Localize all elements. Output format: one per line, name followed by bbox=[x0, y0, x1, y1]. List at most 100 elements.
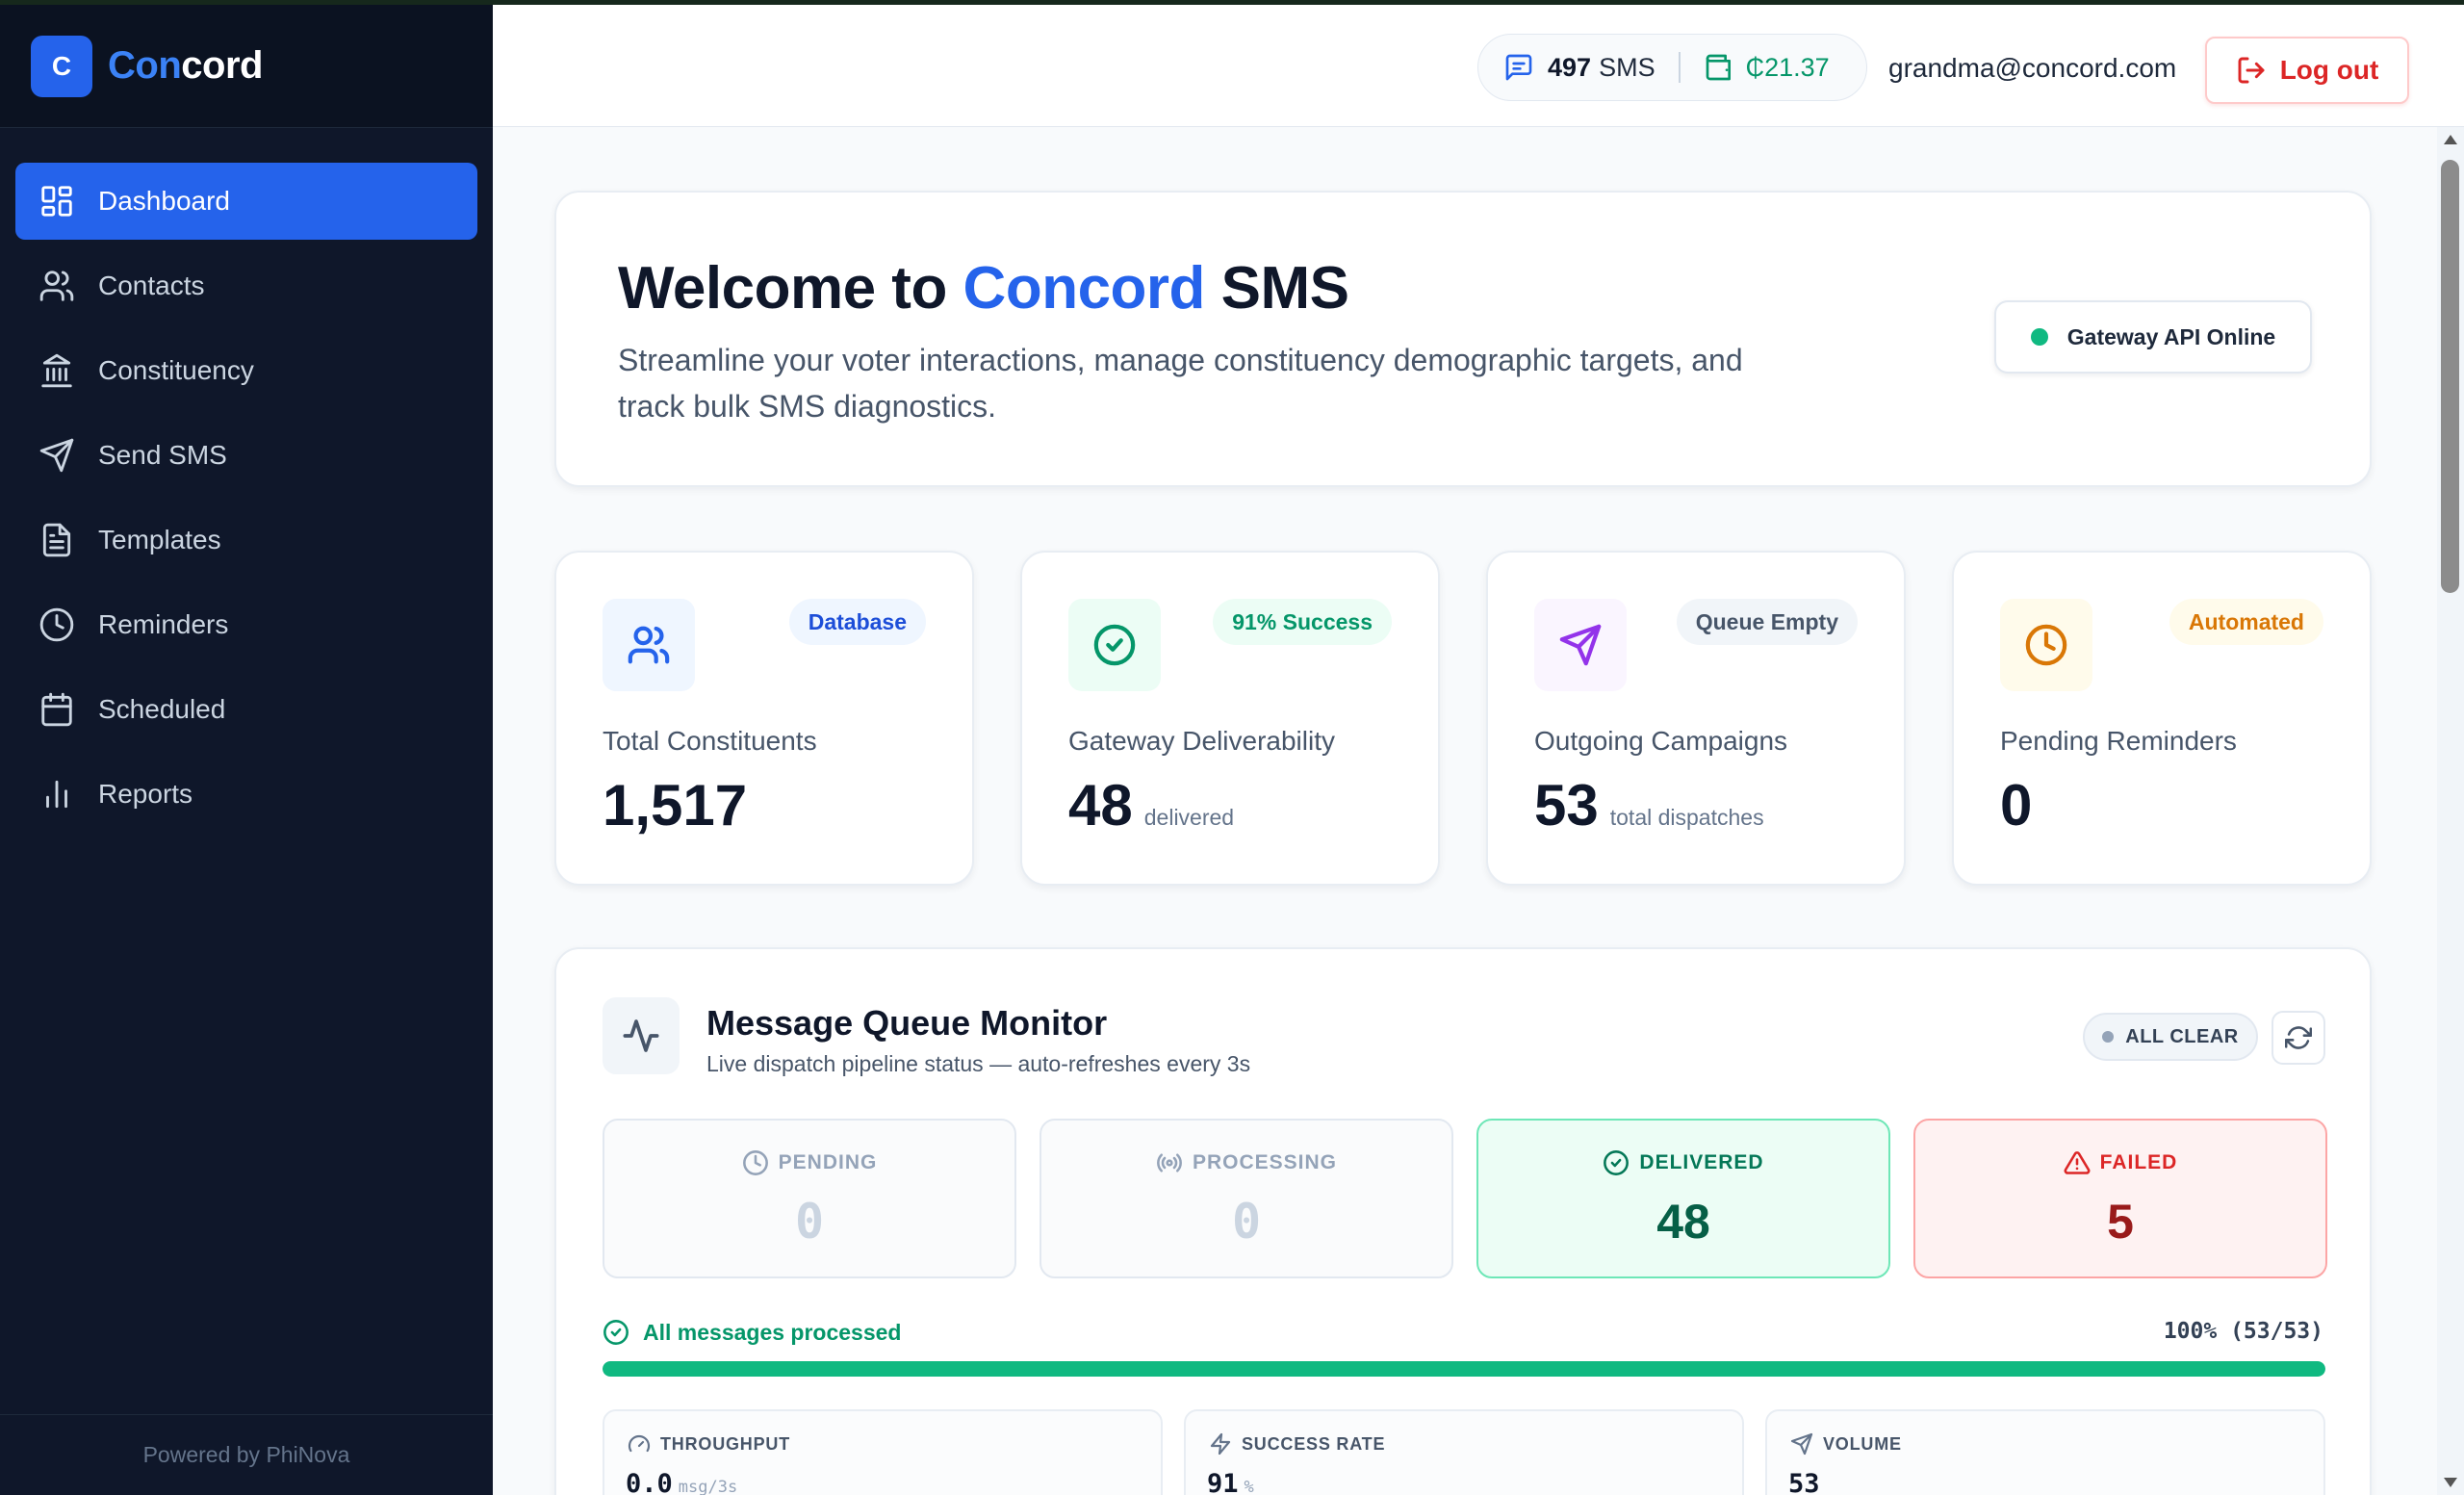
queue-status-badge: ALL CLEAR bbox=[2083, 1013, 2258, 1061]
sidebar-item-label: Reminders bbox=[98, 609, 229, 639]
message-square-icon bbox=[1505, 54, 1532, 81]
check-circle-icon bbox=[603, 1320, 629, 1345]
users-icon bbox=[39, 271, 74, 301]
send-icon bbox=[1790, 1432, 1813, 1456]
stat-label: Total Constituents bbox=[603, 726, 817, 756]
queue-subtitle: Live dispatch pipeline status — auto-ref… bbox=[706, 1051, 1251, 1076]
metric-header: VOLUME bbox=[1790, 1432, 1902, 1456]
sidebar-item-contacts[interactable]: Contacts bbox=[15, 247, 477, 324]
sidebar-item-reminders[interactable]: Reminders bbox=[15, 586, 477, 663]
metric-success-rate: SUCCESS RATE 91% bbox=[1184, 1409, 1744, 1495]
check-circle-icon bbox=[1093, 624, 1136, 666]
sidebar-item-scheduled[interactable]: Scheduled bbox=[15, 671, 477, 748]
stat-icon-box bbox=[2000, 599, 2092, 691]
stat-label: Outgoing Campaigns bbox=[1534, 726, 1788, 756]
status-dot bbox=[2030, 328, 2048, 346]
stat-card-deliverability[interactable]: 91% Success Gateway Deliverability 48 del… bbox=[1020, 551, 1440, 886]
queue-box-header: PROCESSING bbox=[1041, 1149, 1451, 1176]
sidebar-item-dashboard[interactable]: Dashboard bbox=[15, 163, 477, 240]
activity-icon bbox=[623, 1019, 659, 1052]
progress-bar bbox=[603, 1361, 2325, 1377]
welcome-subtitle: Streamline your voter interactions, mana… bbox=[618, 343, 1743, 424]
sidebar-item-reports[interactable]: Reports bbox=[15, 756, 477, 833]
wallet-icon bbox=[1706, 54, 1731, 81]
queue-monitor-card: Message Queue Monitor Live dispatch pipe… bbox=[554, 947, 2372, 1495]
metric-throughput: THROUGHPUT 0.0 msg/3s bbox=[603, 1409, 1163, 1495]
metric-header: THROUGHPUT bbox=[628, 1432, 790, 1456]
alert-triangle-icon bbox=[2064, 1151, 2091, 1174]
sidebar-item-send-sms[interactable]: Send SMS bbox=[15, 417, 477, 494]
activity-icon-box bbox=[603, 997, 680, 1074]
sidebar-item-label: Contacts bbox=[98, 271, 205, 300]
topbar: 497 SMS ₵21.37 grandma@concord.com Log o… bbox=[493, 0, 2464, 127]
stat-badge: Automated bbox=[2169, 599, 2323, 645]
stat-label: Gateway Deliverability bbox=[1068, 726, 1335, 756]
clock-icon bbox=[2025, 624, 2067, 666]
sidebar-item-label: Reports bbox=[98, 779, 193, 809]
page-title: Welcome to Concord SMS bbox=[618, 255, 1349, 322]
stat-value: 48 delivered bbox=[1068, 773, 1235, 838]
queue-box-delivered: DELIVERED 48 bbox=[1476, 1119, 1890, 1278]
welcome-card: Welcome to Concord SMS Streamline your v… bbox=[554, 191, 2372, 487]
user-email: grandma@concord.com bbox=[1888, 53, 2177, 83]
queue-box-header: DELIVERED bbox=[1478, 1149, 1888, 1176]
main-content: Welcome to Concord SMS Streamline your v… bbox=[493, 127, 2437, 1495]
brand-name: Concord bbox=[108, 44, 263, 87]
refresh-button[interactable] bbox=[2272, 1011, 2325, 1065]
log-out-icon bbox=[2238, 57, 2265, 84]
queue-box-pending: PENDING 0 bbox=[603, 1119, 1016, 1278]
stat-value: 1,517 bbox=[603, 773, 748, 838]
calendar-icon bbox=[41, 692, 72, 727]
wallet-balance: ₵21.37 bbox=[1745, 52, 1830, 82]
status-dot bbox=[2102, 1031, 2115, 1043]
sidebar-nav: Dashboard Contacts Constituency Send SMS… bbox=[0, 128, 493, 833]
stat-value: 0 bbox=[2000, 773, 2033, 838]
sidebar-item-label: Constituency bbox=[98, 355, 254, 385]
stat-card-constituents[interactable]: Database Total Constituents 1,517 bbox=[554, 551, 974, 886]
metric-volume: VOLUME 53 bbox=[1765, 1409, 2325, 1495]
users-icon bbox=[628, 626, 670, 664]
clock-icon bbox=[742, 1150, 768, 1175]
metric-value: 53 bbox=[1788, 1469, 1820, 1495]
sidebar-item-templates[interactable]: Templates bbox=[15, 502, 477, 579]
main-scrollbar[interactable] bbox=[2437, 127, 2464, 1495]
gateway-status-badge: Gateway API Online bbox=[1994, 300, 2312, 374]
stat-card-campaigns[interactable]: Queue Empty Outgoing Campaigns 53 total d… bbox=[1486, 551, 1906, 886]
queue-box-failed: FAILED 5 bbox=[1913, 1119, 2327, 1278]
stat-badge: 91% Success bbox=[1213, 599, 1392, 645]
stat-card-reminders[interactable]: Automated Pending Reminders 0 bbox=[1952, 551, 2372, 886]
divider bbox=[1678, 52, 1681, 83]
metric-header: SUCCESS RATE bbox=[1209, 1432, 1385, 1456]
scroll-thumb[interactable] bbox=[2441, 160, 2459, 593]
bar-chart-icon bbox=[46, 780, 67, 809]
sidebar-item-label: Dashboard bbox=[98, 186, 230, 216]
refresh-icon bbox=[2285, 1026, 2312, 1049]
sidebar-item-constituency[interactable]: Constituency bbox=[15, 332, 477, 409]
progress-fill bbox=[603, 1361, 2325, 1377]
sidebar-item-label: Send SMS bbox=[98, 440, 227, 470]
brand-logo: C bbox=[31, 35, 92, 97]
queue-box-value: 5 bbox=[2107, 1195, 2134, 1249]
stat-value: 53 total dispatches bbox=[1534, 773, 1764, 838]
gauge-icon bbox=[628, 1434, 651, 1453]
credits-pill[interactable]: 497 SMS ₵21.37 bbox=[1477, 34, 1867, 101]
brand[interactable]: C Concord bbox=[0, 5, 493, 128]
stat-badge: Database bbox=[788, 599, 926, 645]
scroll-up-arrow[interactable] bbox=[2444, 135, 2457, 144]
stat-badge: Queue Empty bbox=[1676, 599, 1858, 645]
queue-box-value: 0 bbox=[794, 1194, 825, 1250]
logout-label: Log out bbox=[2279, 55, 2379, 85]
scroll-down-arrow[interactable] bbox=[2444, 1478, 2457, 1487]
clock-icon bbox=[39, 607, 74, 642]
grid-icon bbox=[41, 186, 72, 217]
zap-icon bbox=[1210, 1432, 1231, 1456]
sidebar-footer: Powered by PhiNova bbox=[0, 1414, 493, 1495]
queue-title: Message Queue Monitor bbox=[706, 1003, 1108, 1043]
check-circle-icon bbox=[1604, 1150, 1630, 1175]
send-icon bbox=[39, 438, 74, 473]
sms-label: SMS bbox=[1599, 52, 1656, 82]
sidebar-item-label: Scheduled bbox=[98, 694, 226, 724]
metric-value: 91% bbox=[1207, 1469, 1254, 1495]
progress-text: 100% (53/53) bbox=[2163, 1319, 2323, 1344]
logout-button[interactable]: Log out bbox=[2205, 37, 2409, 104]
